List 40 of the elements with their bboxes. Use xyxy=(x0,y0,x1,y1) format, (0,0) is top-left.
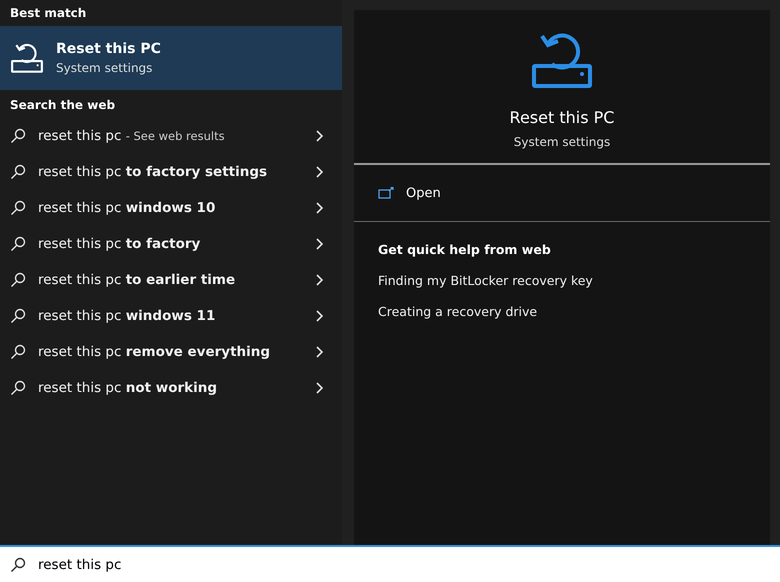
chevron-icon[interactable] xyxy=(316,238,324,250)
help-link[interactable]: Finding my BitLocker recovery key xyxy=(378,273,746,288)
help-link[interactable]: Creating a recovery drive xyxy=(378,304,746,319)
help-heading: Get quick help from web xyxy=(378,242,552,257)
suggestion-link[interactable]: reset this pc windows 10 xyxy=(38,200,304,216)
search-icon xyxy=(10,344,26,360)
chevron-icon[interactable] xyxy=(316,274,324,286)
search-field[interactable]: reset this pc xyxy=(38,556,438,572)
chevron-icon[interactable] xyxy=(316,130,324,142)
search-icon xyxy=(10,556,26,572)
suggestion-link[interactable]: reset this pc windows 11 xyxy=(38,308,304,324)
suggestion-link[interactable]: reset this pc remove everything xyxy=(38,344,304,360)
search-icon xyxy=(10,308,26,324)
open-action[interactable]: Open xyxy=(406,186,441,200)
search-icon xyxy=(10,128,26,144)
chevron-icon[interactable] xyxy=(316,202,324,214)
search-icon xyxy=(10,380,26,396)
preview-subtitle: System settings xyxy=(514,135,610,149)
chevron-icon[interactable] xyxy=(316,310,324,322)
reset-icon xyxy=(530,32,594,88)
open-icon xyxy=(378,187,394,199)
search-icon xyxy=(10,200,26,216)
section-heading: Best match xyxy=(9,5,88,22)
suggestion-link[interactable]: reset this pc not working xyxy=(38,380,304,396)
preview-title: Reset this PC xyxy=(510,108,614,127)
result-title: Reset this PC xyxy=(56,41,161,57)
search-icon xyxy=(10,272,26,288)
reset-icon xyxy=(10,43,44,73)
chevron-icon[interactable] xyxy=(316,346,324,358)
suggestion-link[interactable]: reset this pc to factory xyxy=(38,236,304,252)
suggestion-link[interactable]: reset this pc to earlier time xyxy=(38,272,304,288)
chevron-icon[interactable] xyxy=(316,382,324,394)
suggestion-link[interactable]: reset this pc to factory settings xyxy=(38,164,304,180)
best-match-item[interactable]: Reset this PC System settings xyxy=(0,26,342,90)
result-subtitle: System settings xyxy=(56,61,154,75)
section-heading: Search the web xyxy=(9,97,116,114)
search-icon xyxy=(10,164,26,180)
search-icon xyxy=(10,236,26,252)
chevron-icon[interactable] xyxy=(316,166,324,178)
suggestion-link[interactable]: reset this pc - See web results xyxy=(38,128,304,144)
